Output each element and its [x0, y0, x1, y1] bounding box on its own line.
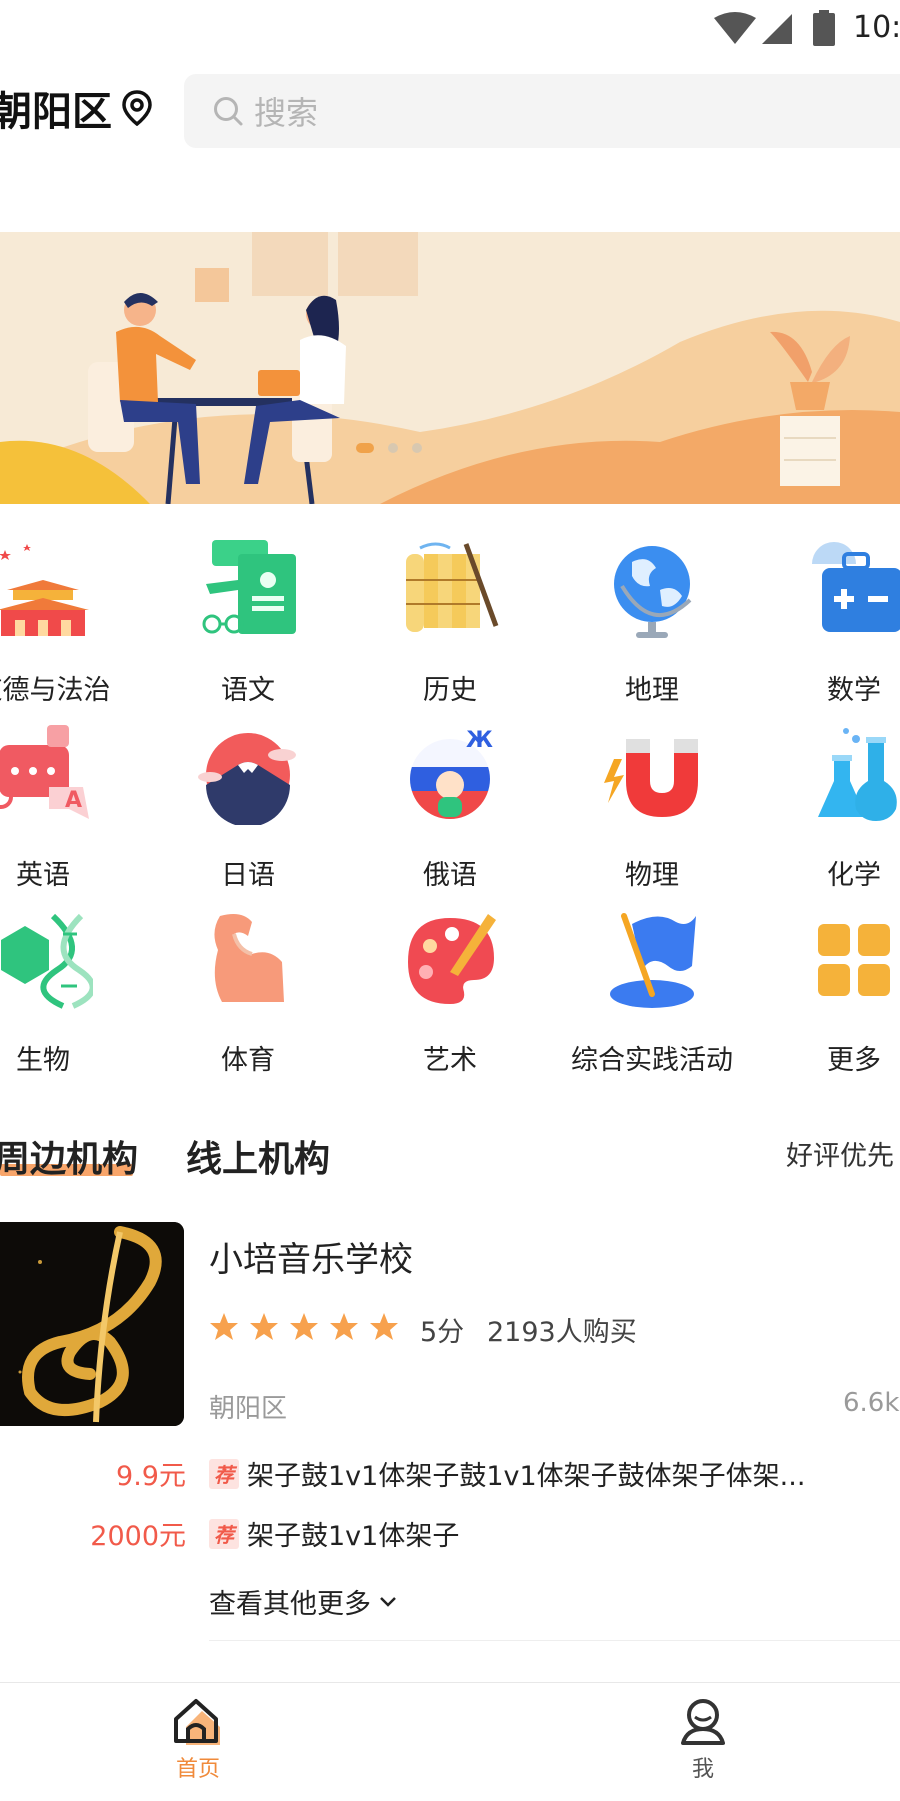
treble-clef-image: [0, 1222, 184, 1426]
flask-icon: [818, 728, 897, 821]
star-icon: [210, 1313, 238, 1340]
home-icon: [174, 1699, 220, 1745]
purchase-count: 2193人购买: [487, 1317, 637, 1348]
pagination-dot-active[interactable]: [356, 443, 374, 453]
user-icon: [681, 1699, 725, 1745]
view-more-button[interactable]: 查看其他更多: [209, 1582, 399, 1621]
svg-text:A: A: [65, 788, 82, 813]
grid-more-icon: [818, 924, 890, 996]
category-label: 地理: [625, 675, 679, 706]
bamboo-slips-icon: [406, 542, 499, 632]
offer-title: 架子鼓1v1体架子: [247, 1521, 460, 1552]
scroll-book-icon: [202, 540, 296, 634]
nav-home-label: 首页: [175, 1757, 220, 1782]
view-more-label: 查看其他更多: [209, 1589, 371, 1620]
category-label: 俄语: [423, 860, 477, 891]
svg-text:Ж: Ж: [466, 728, 493, 753]
offer-price: 9.9元: [116, 1461, 186, 1492]
category-label: 日语: [221, 860, 275, 891]
search-icon: [214, 97, 243, 126]
offer-item[interactable]: 荐 架子鼓1v1体架子鼓1v1体架子鼓体架子体架...: [209, 1454, 805, 1493]
pagination-dot[interactable]: [412, 443, 422, 453]
star-icon: [370, 1313, 398, 1340]
dna-icon: [1, 913, 93, 1009]
cellular-signal-icon: [762, 14, 792, 44]
recommend-badge: 荐: [209, 1458, 239, 1489]
globe-icon: [614, 546, 692, 638]
school-thumbnail[interactable]: [0, 1222, 184, 1426]
palace-icon: [0, 544, 89, 636]
category-label: 英语: [16, 860, 70, 891]
pagination-dot[interactable]: [388, 443, 398, 453]
star-icon: [330, 1313, 358, 1340]
palette-icon: [408, 914, 496, 1004]
status-bar: 10:: [0, 0, 900, 58]
mount-fuji-icon: [198, 733, 296, 825]
category-label: 物理: [625, 860, 679, 891]
category-label: 生物: [16, 1045, 70, 1076]
sort-filter[interactable]: 好评优先: [786, 1134, 894, 1173]
offer-item[interactable]: 荐 架子鼓1v1体架子: [209, 1514, 459, 1553]
divider: [209, 1640, 900, 1641]
category-label: 历史: [423, 675, 477, 706]
category-label: 语文: [221, 675, 275, 706]
category-label: 综合实践活动: [571, 1045, 733, 1076]
category-label: 数学: [827, 675, 881, 706]
battery-icon: [813, 10, 835, 46]
recommend-badge: 荐: [209, 1518, 239, 1549]
wifi-icon: [714, 12, 756, 44]
location-label: 朝阳区: [0, 89, 112, 135]
offer-title: 架子鼓1v1体架子鼓1v1体架子鼓体架子体架...: [247, 1461, 806, 1492]
tab-nearby[interactable]: 周边机构: [0, 1130, 138, 1182]
star-rating: [209, 1312, 409, 1342]
nav-me-label: 我: [691, 1757, 714, 1782]
bottom-nav: 首页 我: [0, 1682, 900, 1801]
status-time: 10:: [853, 10, 900, 45]
category-label: 道德与法治: [0, 675, 111, 706]
matryoshka-icon: Ж: [410, 728, 493, 819]
school-district: 朝阳区: [209, 1394, 288, 1424]
location-selector[interactable]: 朝阳区: [0, 78, 152, 138]
school-name[interactable]: 小培音乐学校: [209, 1232, 413, 1281]
tab-online[interactable]: 线上机构: [186, 1130, 330, 1182]
category-label: 体育: [221, 1045, 275, 1076]
star-icon: [250, 1313, 278, 1340]
school-distance: 6.6km: [843, 1388, 900, 1418]
nav-home[interactable]: 首页: [138, 1697, 258, 1783]
offer-price: 2000元: [90, 1521, 186, 1552]
category-label: 化学: [827, 860, 881, 891]
rating-score: 5分: [420, 1317, 465, 1348]
banner-pagination: [356, 443, 436, 453]
location-pin-icon: [122, 90, 152, 126]
search-input[interactable]: 搜索: [184, 74, 900, 148]
chevron-down-icon: [380, 1596, 396, 1607]
promo-banner[interactable]: [0, 232, 900, 504]
math-kit-icon: [812, 542, 900, 632]
category-label: 艺术: [423, 1045, 477, 1076]
nav-me[interactable]: 我: [643, 1697, 763, 1783]
flag-icon: [610, 913, 696, 1008]
speech-bubble-icon: A: [0, 725, 89, 819]
search-placeholder: 搜索: [254, 94, 319, 132]
star-icon: [290, 1313, 318, 1340]
arm-muscle-icon: [214, 914, 284, 1002]
banner-illustration: [0, 232, 900, 504]
magnet-icon: [604, 739, 698, 817]
category-label: 更多: [827, 1045, 881, 1076]
